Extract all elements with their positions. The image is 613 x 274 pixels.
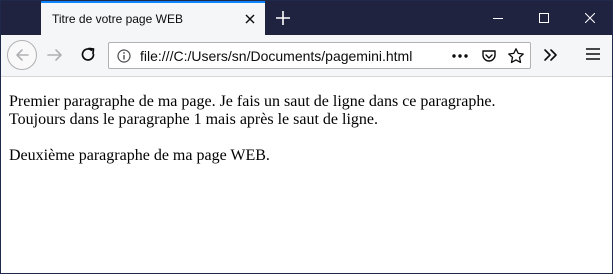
plus-icon[interactable] [273,8,293,28]
paragraph-2: Deuxième paragraphe de ma page WEB. [9,147,270,164]
url-text[interactable]: file:///C:/Users/sn/Documents/pagemini.h… [140,48,412,64]
reload-icon[interactable] [78,45,98,65]
chevron-double-right-icon[interactable] [542,46,560,64]
more-dots-icon[interactable] [451,49,469,63]
arrow-right-icon[interactable] [45,45,65,65]
url-bar[interactable]: file:///C:/Users/sn/Documents/pagemini.h… [108,42,531,69]
tab-active[interactable]: Titre de votre page WEB [41,1,265,35]
browser-window: Titre de votre page WEB file:///C:/Users… [0,0,613,274]
hamburger-icon[interactable] [585,46,601,62]
tab-title: Titre de votre page WEB [52,12,183,26]
star-icon[interactable] [507,47,525,65]
nav-toolbar: file:///C:/Users/sn/Documents/pagemini.h… [1,35,612,77]
info-icon[interactable] [117,49,131,63]
close-icon[interactable] [243,12,257,26]
window-close-icon[interactable] [567,1,612,35]
minimize-icon[interactable] [475,1,521,35]
paragraph-1: Premier paragraphe de ma page. Je fais u… [9,93,496,128]
title-bar: Titre de votre page WEB [1,1,612,35]
maximize-icon[interactable] [521,1,567,35]
arrow-left-icon[interactable] [7,40,37,70]
pocket-icon[interactable] [481,48,497,64]
page-content: Premier paragraphe de ma page. Je fais u… [1,77,612,273]
